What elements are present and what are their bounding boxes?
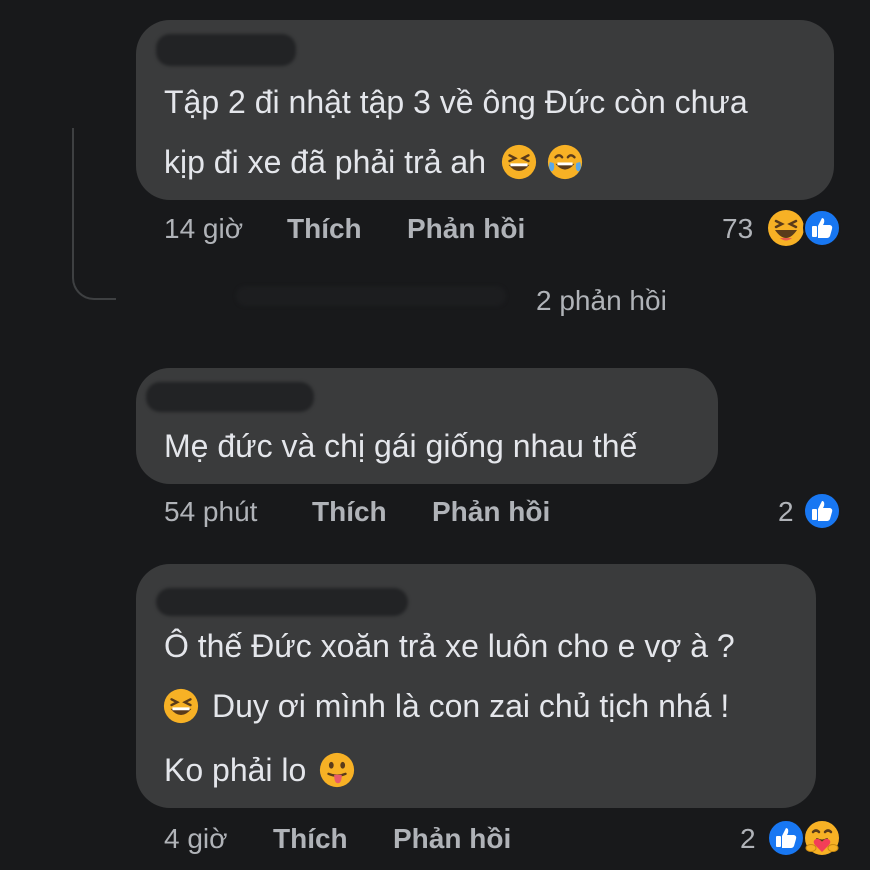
reply-button[interactable]: Phản hồi [432,495,550,529]
redacted-author-name [156,34,296,66]
like-button[interactable]: Thích [287,212,362,246]
like-reaction-icon[interactable] [802,491,842,531]
like-button[interactable]: Thích [273,822,348,856]
reaction-count[interactable]: 2 [740,822,756,856]
comment-text-line: Ô thế Đức xoăn trả xe luôn cho e vợ à ? [164,628,735,664]
comment-timestamp: 54 phút [164,496,258,527]
comment-timestamp: 14 giờ [164,213,244,244]
reaction-count[interactable]: 73 [722,212,753,246]
haha-reaction-icon[interactable] [766,208,806,248]
comment-bubble-3[interactable]: Ô thế Đức xoăn trả xe luôn cho e vợ à ? … [136,564,816,808]
reaction-count[interactable]: 2 [778,495,794,529]
comment-thread: Tập 2 đi nhật tập 3 về ông Đức còn chưa … [0,0,870,870]
tongue-out-emoji [320,752,355,788]
redacted-reply-avatars [236,286,506,306]
comment-timestamp: 4 giờ [164,823,228,854]
comment-bubble-1[interactable]: Tập 2 đi nhật tập 3 về ông Đức còn chưa … [136,20,834,200]
like-reaction-icon[interactable] [802,208,842,248]
comment-text-line: Duy ơi mình là con zai chủ tịch nhá ! [158,686,729,726]
like-button[interactable]: Thích [312,495,387,529]
redacted-author-name [156,588,408,616]
comment-text-line: Tập 2 đi nhật tập 3 về ông Đức còn chưa [164,84,748,120]
tears-of-joy-emoji [547,144,583,180]
reply-button[interactable]: Phản hồi [393,822,511,856]
redacted-author-name [146,382,314,412]
like-reaction-icon[interactable] [766,818,806,858]
grinning-squinting-emoji [501,144,537,180]
comment-text-line: Mẹ đức và chị gái giống nhau thế [164,428,638,464]
view-replies-link[interactable]: 2 phản hồi [536,284,667,318]
grinning-squinting-emoji [163,688,199,724]
reply-button[interactable]: Phản hồi [407,212,525,246]
reply-thread-connector [72,128,116,300]
comment-bubble-2[interactable]: Mẹ đức và chị gái giống nhau thế [136,368,718,484]
comment-text-line: kịp đi xe đã phải trả ah [164,142,588,182]
comment-text-line: Ko phải lo [164,750,360,790]
care-reaction-icon[interactable] [802,818,842,858]
